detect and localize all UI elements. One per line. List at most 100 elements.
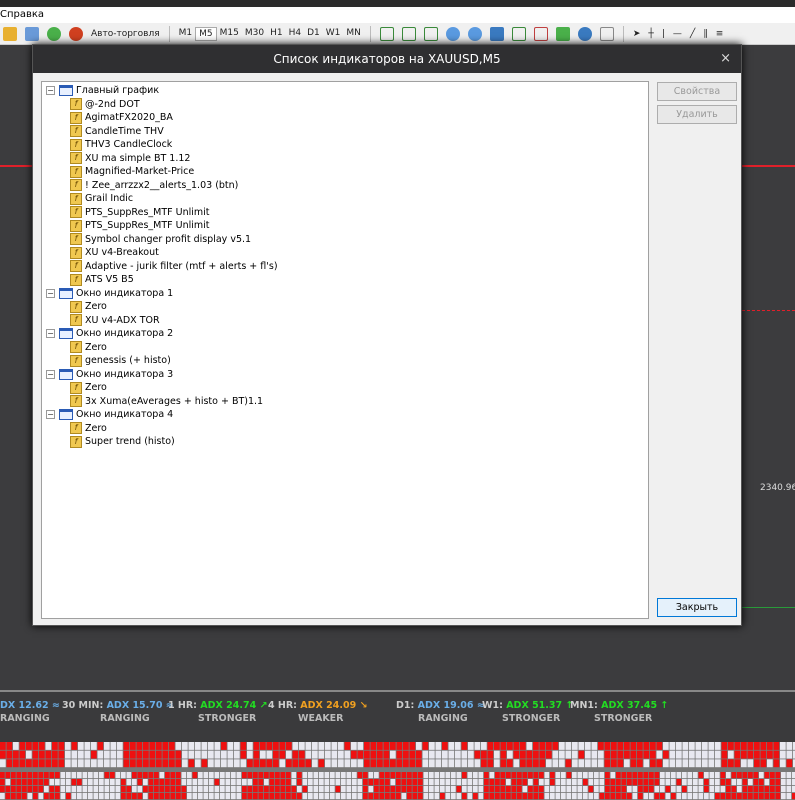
collapse-icon[interactable]: − [46,410,55,420]
heatmap-cell [192,786,198,793]
candle-chart-icon[interactable] [401,26,416,41]
timeframe-w1[interactable]: W1 [323,27,344,41]
indicator-item[interactable]: f XU ma simple BT 1.12 [42,152,648,166]
indicator-item[interactable]: f Zero [42,381,648,395]
collapse-icon[interactable]: − [46,86,55,96]
heatmap-cell [203,786,209,793]
heatmap-cell [742,779,748,786]
tile-windows-icon[interactable] [489,26,504,41]
heatmap-cell [159,772,165,779]
heatmap-cell [422,759,429,768]
heatmap-cell [605,772,610,779]
heatmap-cell [429,759,435,768]
collapse-icon[interactable]: − [46,369,55,379]
vertical-line-icon[interactable]: | [659,28,668,40]
indicator-item[interactable]: f THV3 CandleClock [42,138,648,152]
heatmap-cell [461,759,468,768]
indicator-item[interactable]: f Super trend (histo) [42,435,648,449]
indicator-item[interactable]: f! Zee_arrzzx2__alerts_1.03 (btn) [42,179,648,193]
tree-group[interactable]: − Окно индикатора 2 [42,327,648,341]
heatmap-cell [195,750,201,759]
heatmap-cell [97,759,104,768]
autotrade-button[interactable]: Авто-торговля [88,28,163,40]
line-chart-icon[interactable] [423,26,438,41]
indicator-item[interactable]: f PTS_SuppRes_MTF Unlimit [42,206,648,220]
signal-icon[interactable] [47,26,61,41]
indicator-item[interactable]: f Magnified-Market-Price [42,165,648,179]
folder-icon[interactable] [3,26,17,41]
indicator-item[interactable]: f Zero [42,300,648,314]
dialog-title: Список индикаторов на XAUUSD,M5 [273,52,501,66]
heatmap-cell [448,742,455,750]
terminal-icon[interactable] [25,26,39,41]
heatmap-cell [214,750,221,759]
indicator-item[interactable]: f Grail Indic [42,192,648,206]
indicator-item[interactable]: f Adaptive - jurik filter (mtf + alerts +… [42,260,648,274]
periods-icon[interactable] [577,26,592,41]
crosshair-icon[interactable]: ┼ [645,28,656,40]
fibonacci-icon[interactable]: ≡ [713,28,727,40]
heatmap-cell [44,793,49,800]
indicator-item[interactable]: f XU v4-ADX TOR [42,314,648,328]
indicator-item[interactable]: f ATS V5 B5 [42,273,648,287]
menu-help[interactable]: Справка [0,9,44,20]
heatmap-cell [52,759,58,768]
templates-icon[interactable] [599,26,614,41]
zoom-in-icon[interactable] [445,26,460,41]
indicator-item[interactable]: f 3x Xuma(eAverages + histo + BT)1.1 [42,395,648,409]
zoom-out-icon[interactable] [467,26,482,41]
timeframe-mn[interactable]: MN [343,27,364,41]
indicator-item[interactable]: f AgimatFX2020_BA [42,111,648,125]
horizontal-line-icon[interactable]: — [670,28,685,40]
heatmap-cell [201,759,208,768]
timeframe-h4[interactable]: H4 [286,27,305,41]
close-icon[interactable]: × [720,45,731,73]
timeframe-m30[interactable]: M30 [242,27,267,41]
heatmap-cell [104,779,110,786]
indicator-item[interactable]: f @-2nd DOT [42,98,648,112]
timeframe-m15[interactable]: M15 [217,27,242,41]
heatmap-cell [44,786,49,793]
timeframe-h1[interactable]: H1 [267,27,286,41]
heatmap-cell [71,750,78,759]
timeframe-d1[interactable]: D1 [304,27,323,41]
chart-shift-icon[interactable] [533,26,548,41]
heatmap-cell [423,779,429,786]
channel-icon[interactable]: ∥ [700,28,711,40]
timeframe-m5[interactable]: M5 [195,26,217,41]
tree-group[interactable]: − Окно индикатора 3 [42,368,648,382]
adx-value: ADX 24.74 ↗ [200,700,268,711]
indicator-item[interactable]: f Symbol changer profit display v5.1 [42,233,648,247]
tree-group[interactable]: − Главный график [42,84,648,98]
heatmap-cell [539,786,544,793]
heatmap-cell [269,786,275,793]
indicator-item[interactable]: f Zero [42,422,648,436]
heatmap-cell [363,793,368,800]
indicator-item[interactable]: f CandleTime THV [42,125,648,139]
collapse-icon[interactable]: − [46,288,55,298]
trendline-icon[interactable]: ╱ [687,28,698,40]
indicators-icon[interactable] [555,26,570,41]
indicator-item[interactable]: f PTS_SuppRes_MTF Unlimit [42,219,648,233]
close-button[interactable]: Закрыть [657,598,737,617]
heatmap-cell [702,759,708,768]
indicator-item[interactable]: f Zero [42,341,648,355]
heatmap-cell [318,759,325,768]
collapse-icon[interactable]: − [46,329,55,339]
cursor-icon[interactable]: ➤ [630,28,644,40]
indicator-icon: f [70,98,82,111]
autoscroll-icon[interactable] [511,26,526,41]
heatmap-cell [539,772,544,779]
delete-button[interactable]: Удалить [657,105,737,124]
heatmap-cell [260,759,266,768]
timeframe-m1[interactable]: M1 [176,27,196,41]
properties-button[interactable]: Свойства [657,82,737,101]
adx-value: ADX 51.37 ↑ [506,700,574,711]
heatmap-cell [495,793,500,800]
bar-chart-icon[interactable] [379,26,394,41]
tree-group[interactable]: − Окно индикатора 4 [42,408,648,422]
tree-group[interactable]: − Окно индикатора 1 [42,287,648,301]
indicator-tree[interactable]: − Главный график f @-2nd DOT f AgimatFX2020_B… [41,81,649,619]
indicator-item[interactable]: f genessis (+ histo) [42,354,648,368]
indicator-item[interactable]: f XU v4-Breakout [42,246,648,260]
